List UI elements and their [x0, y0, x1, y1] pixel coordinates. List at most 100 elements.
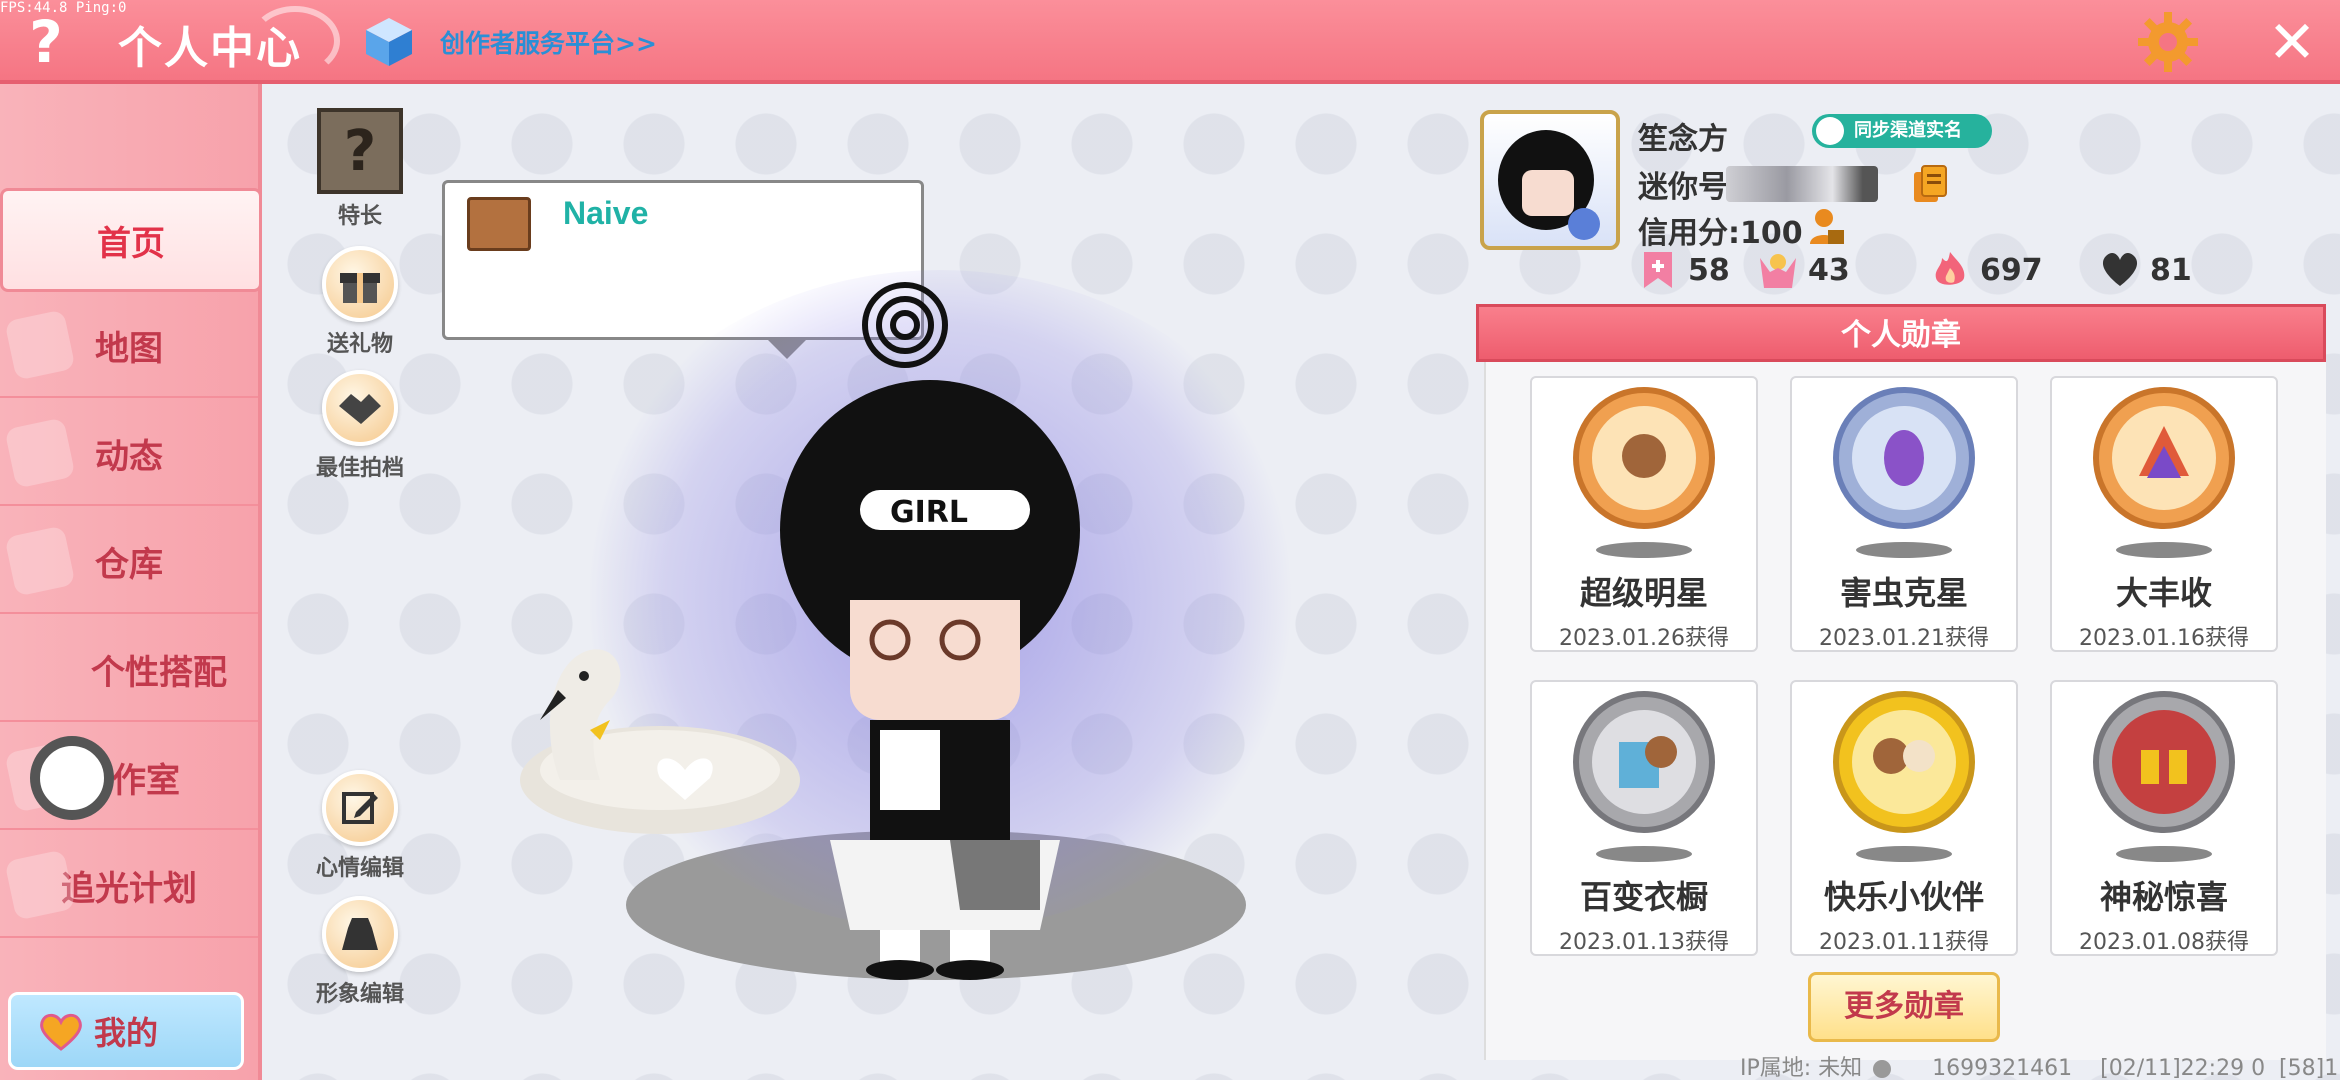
- mini-id-mask: [1726, 166, 1878, 202]
- handshake-icon: [322, 370, 398, 446]
- medal-date: 2023.01.13获得: [1559, 930, 1729, 955]
- record-button[interactable]: [30, 736, 114, 820]
- sidebar-item-outfit[interactable]: 个性搭配: [0, 618, 258, 722]
- credit-score: 信用分:100: [1638, 216, 1803, 251]
- image-edit-label: 形象编辑: [315, 982, 404, 1007]
- ip-location: IP属地: 未知: [1740, 1056, 1863, 1080]
- bookmark-icon: [1644, 252, 1672, 288]
- sidebar-item-light-plan[interactable]: 追光计划: [0, 834, 258, 938]
- flame-icon: [1935, 252, 1965, 285]
- copy-icon[interactable]: [1912, 164, 1948, 204]
- more-medals-button[interactable]: 更多勋章: [1808, 972, 2000, 1042]
- sidebar: 首页 地图 动态 仓库 个性搭配 工作室 追光计划: [0, 84, 262, 1080]
- medal-name: 快乐小伙伴: [1823, 878, 1984, 916]
- fps-readout: FPS:44.8 Ping:0: [0, 0, 127, 16]
- mini-id-label: 迷你号: [1638, 170, 1728, 205]
- medal-card[interactable]: 大丰收 2023.01.16获得: [2050, 376, 2278, 652]
- help-icon[interactable]: ?: [16, 10, 76, 74]
- cube-icon[interactable]: [364, 16, 414, 68]
- my-button[interactable]: 我的: [8, 992, 244, 1070]
- svg-text:GIRL: GIRL: [890, 495, 968, 530]
- box-icon: [4, 525, 76, 597]
- swirl-decoration: [250, 6, 340, 76]
- edit-icon: [322, 770, 398, 846]
- medal-header: 个人勋章: [1476, 304, 2326, 362]
- partner-name[interactable]: Naive: [563, 195, 648, 232]
- sidebar-item-label: 追光计划: [61, 868, 197, 909]
- info-icon[interactable]: [1873, 1060, 1892, 1078]
- talent-label: 特长: [337, 204, 382, 229]
- medal-harvest-icon: [2093, 387, 2235, 558]
- medal-card[interactable]: 害虫克星 2023.01.21获得: [1790, 376, 2018, 652]
- partner-button[interactable]: 最佳拍档: [312, 370, 408, 482]
- map-icon: [4, 309, 76, 381]
- sidebar-item-home[interactable]: 首页: [0, 188, 262, 292]
- mood-edit-label: 心情编辑: [315, 856, 404, 881]
- medal-gift-icon: [2093, 691, 2235, 862]
- medal-name: 大丰收: [2115, 574, 2212, 612]
- sidebar-item-warehouse[interactable]: 仓库: [0, 510, 258, 614]
- partner-label: 最佳拍档: [315, 456, 404, 481]
- bell-icon: [4, 417, 76, 489]
- sidebar-item-map[interactable]: 地图: [0, 294, 258, 398]
- medal-friends-icon: [1833, 691, 1975, 862]
- medal-date: 2023.01.16获得: [2079, 626, 2249, 651]
- creator-platform-link[interactable]: 创作者服务平台>>: [440, 24, 657, 60]
- medal-star-icon: [1573, 387, 1715, 558]
- gift-label: 送礼物: [326, 332, 393, 357]
- sync-badge-label: 同步渠道实名: [1854, 120, 1962, 141]
- gift-icon: [322, 246, 398, 322]
- heat-count: 697: [1980, 252, 2043, 288]
- sidebar-item-feed[interactable]: 动态: [0, 402, 258, 506]
- medal-date: 2023.01.08获得: [2079, 930, 2249, 955]
- sidebar-item-label: 个性搭配: [91, 652, 227, 693]
- dress-icon: [322, 896, 398, 972]
- person-icon: [1816, 117, 1844, 145]
- my-button-label: 我的: [93, 1014, 158, 1052]
- star-icon: [4, 849, 76, 921]
- stat-fans: 43: [1758, 250, 1850, 290]
- fans-count: 43: [1808, 252, 1850, 288]
- medal-bug-icon: [1833, 387, 1975, 558]
- player-character: GIRL: [780, 380, 1080, 980]
- medal-card[interactable]: 超级明星 2023.01.26获得: [1530, 376, 1758, 652]
- fans-icon: [1760, 254, 1796, 288]
- medal-wardrobe-icon: [1573, 691, 1715, 862]
- talent-button[interactable]: ? 特长: [312, 108, 408, 230]
- medal-card[interactable]: 神秘惊喜 2023.01.08获得: [2050, 680, 2278, 956]
- medal-card[interactable]: 百变衣橱 2023.01.13获得: [1530, 680, 1758, 956]
- medal-name: 害虫克星: [1839, 574, 1968, 612]
- question-box-icon: ?: [317, 108, 403, 194]
- medal-date: 2023.01.26获得: [1559, 626, 1729, 651]
- hearts-count: 81: [2150, 252, 2192, 288]
- sidebar-item-label: 地图: [95, 328, 163, 369]
- gear-icon[interactable]: [2136, 10, 2200, 74]
- gift-button[interactable]: 送礼物: [312, 246, 408, 358]
- sidebar-item-label: 仓库: [95, 544, 163, 585]
- close-icon[interactable]: ✕: [2262, 12, 2322, 72]
- avatar[interactable]: [1480, 110, 1620, 250]
- medal-date: 2023.01.11获得: [1819, 930, 1989, 955]
- medal-card[interactable]: 快乐小伙伴 2023.01.11获得: [1790, 680, 2018, 956]
- sidebar-item-label: 动态: [95, 436, 163, 477]
- medal-name: 神秘惊喜: [2099, 878, 2228, 916]
- top-bar: ? 个人中心 创作者服务平台>> ✕: [0, 0, 2340, 84]
- mood-edit-button[interactable]: 心情编辑: [312, 770, 408, 882]
- image-edit-button[interactable]: 形象编辑: [312, 896, 408, 1008]
- credit-info-icon[interactable]: [1806, 206, 1846, 246]
- stat-heat: 697: [1930, 250, 2043, 290]
- nickname: 笙念方: [1638, 122, 1728, 157]
- stat-likes: 58: [1638, 250, 1730, 290]
- sync-realname-badge[interactable]: 同步渠道实名: [1812, 114, 1992, 148]
- likes-count: 58: [1688, 252, 1730, 288]
- medal-name: 百变衣橱: [1579, 878, 1708, 916]
- medal-date: 2023.01.21获得: [1819, 626, 1989, 651]
- stat-hearts: 81: [2100, 250, 2192, 290]
- broken-heart-icon: [2102, 253, 2138, 286]
- heart-icon: [40, 1013, 82, 1051]
- swirl-effect-icon: [862, 282, 948, 368]
- footer-info: IP属地: 未知 1699321461 [02/11]22:29 0 [58]1…: [1740, 1050, 2340, 1080]
- medal-name: 超级明星: [1579, 574, 1708, 612]
- partner-avatar[interactable]: [467, 197, 531, 251]
- version-info: 1699321461 [02/11]22:29 0 [58]1.23.5: [1932, 1056, 2340, 1080]
